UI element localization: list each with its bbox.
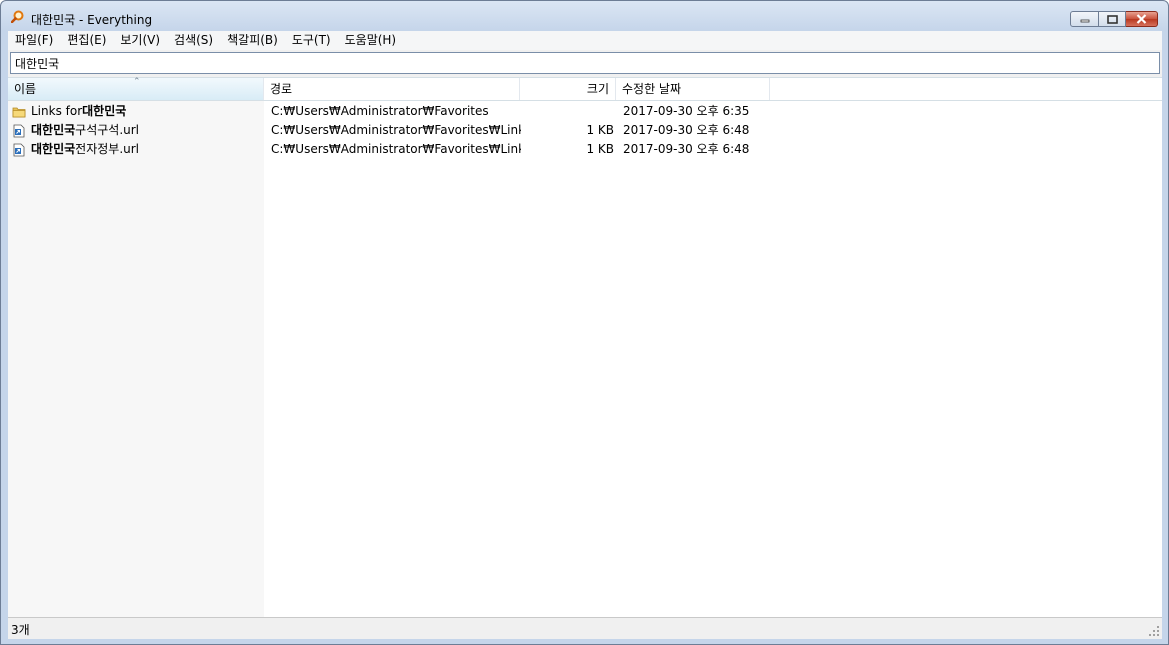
search-box xyxy=(10,52,1160,74)
column-header-name[interactable]: ⌃ 이름 xyxy=(8,77,264,100)
row-name-match: 대한민국 xyxy=(82,104,127,118)
row-name-suffix: 구석구석.url xyxy=(75,123,140,137)
row-date-cell: 2017-09-30 오후 6:35 xyxy=(623,104,750,118)
maximize-button[interactable] xyxy=(1099,11,1126,27)
row-name-cell: 대한민국 전자정부.url xyxy=(12,140,262,159)
sort-ascending-icon: ⌃ xyxy=(133,77,141,87)
maximize-icon xyxy=(1106,14,1118,24)
row-date-cell: 2017-09-30 오후 6:48 xyxy=(623,123,750,137)
list-header: ⌃ 이름 경로 크기 수정한 날짜 xyxy=(8,77,1162,101)
results-list[interactable]: ⌃ 이름 경로 크기 수정한 날짜 Links for 대한민국 C:₩User… xyxy=(8,77,1162,618)
menu-help[interactable]: 도움말(H) xyxy=(338,31,404,50)
row-size-cell xyxy=(520,102,614,121)
row-path-cell: C:₩Users₩Administrator₩Favorites xyxy=(271,104,489,118)
url-shortcut-icon xyxy=(13,124,25,137)
column-header-size[interactable]: 크기 xyxy=(520,78,616,100)
row-size-cell: 1 KB xyxy=(586,142,614,156)
row-path-cell: C:₩Users₩Administrator₩Favorites₩Links f… xyxy=(271,123,521,137)
row-name-cell: Links for 대한민국 xyxy=(12,102,262,121)
column-header-name-label: 이름 xyxy=(14,82,37,96)
menu-tools[interactable]: 도구(T) xyxy=(285,31,338,50)
minimize-icon xyxy=(1080,19,1089,23)
row-date-cell: 2017-09-30 오후 6:48 xyxy=(623,142,750,156)
menu-view[interactable]: 보기(V) xyxy=(113,31,167,50)
menu-bar: 파일(F) 편집(E) 보기(V) 검색(S) 책갈피(B) 도구(T) 도움말… xyxy=(8,31,1162,50)
table-row[interactable]: Links for 대한민국 C:₩Users₩Administrator₩Fa… xyxy=(8,102,1162,121)
row-size-cell: 1 KB xyxy=(586,123,614,137)
row-name-match: 대한민국 xyxy=(31,123,76,137)
row-name-suffix: 전자정부.url xyxy=(75,142,140,156)
close-button[interactable] xyxy=(1126,11,1158,27)
magnifier-icon xyxy=(11,10,24,23)
menu-bookmarks[interactable]: 책갈피(B) xyxy=(220,31,285,50)
window-controls xyxy=(1070,11,1158,28)
column-header-date[interactable]: 수정한 날짜 xyxy=(616,78,770,100)
column-header-path[interactable]: 경로 xyxy=(264,78,520,100)
column-header-size-label: 크기 xyxy=(586,82,609,96)
column-header-date-label: 수정한 날짜 xyxy=(622,82,682,96)
result-count: 3개 xyxy=(11,623,30,637)
menu-file[interactable]: 파일(F) xyxy=(8,31,60,50)
close-icon xyxy=(1136,14,1147,24)
app-window: 대한민국 - Everything 파일(F) 편집(E) 보기(V) 검색(S… xyxy=(0,0,1169,645)
column-header-path-label: 경로 xyxy=(270,82,293,96)
table-row[interactable]: 대한민국 구석구석.url C:₩Users₩Administrator₩Fav… xyxy=(8,121,1162,140)
minimize-button[interactable] xyxy=(1070,11,1099,27)
row-name-prefix: Links for xyxy=(31,104,83,118)
table-row[interactable]: 대한민국 전자정부.url C:₩Users₩Administrator₩Fav… xyxy=(8,140,1162,159)
name-column-background xyxy=(8,101,264,618)
row-name-match: 대한민국 xyxy=(31,142,76,156)
resize-grip-icon[interactable] xyxy=(1148,625,1160,637)
window-title: 대한민국 - Everything xyxy=(31,13,153,27)
url-shortcut-icon xyxy=(13,143,25,156)
search-input[interactable] xyxy=(11,53,1159,73)
menu-search[interactable]: 검색(S) xyxy=(167,31,220,50)
menu-edit[interactable]: 편집(E) xyxy=(60,31,113,50)
client-area: 파일(F) 편집(E) 보기(V) 검색(S) 책갈피(B) 도구(T) 도움말… xyxy=(8,31,1162,639)
row-name-cell: 대한민국 구석구석.url xyxy=(12,121,262,140)
row-path-cell: C:₩Users₩Administrator₩Favorites₩Links f… xyxy=(271,142,521,156)
title-bar[interactable]: 대한민국 - Everything xyxy=(1,1,1168,31)
folder-icon xyxy=(12,107,26,117)
status-bar: 3개 xyxy=(8,617,1162,639)
